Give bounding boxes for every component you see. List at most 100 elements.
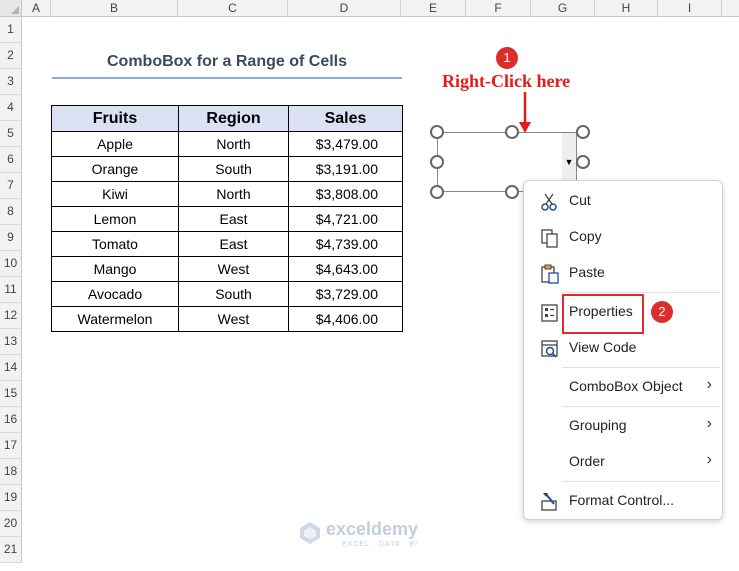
column-header-i[interactable]: I: [658, 0, 722, 17]
row-header[interactable]: 21: [0, 537, 22, 563]
row-header[interactable]: 5: [0, 121, 22, 147]
row-header[interactable]: 17: [0, 433, 22, 459]
region-cell[interactable]: South: [178, 281, 289, 307]
column-header-a[interactable]: A: [22, 0, 51, 17]
fruit-sales-table: Fruits Region Sales Apple North $3,479.0…: [51, 105, 403, 332]
menu-label-format-control: Format Control...: [569, 492, 675, 508]
sales-cell[interactable]: $3,808.00: [288, 181, 403, 207]
row-header[interactable]: 3: [0, 69, 22, 95]
menu-item-cut[interactable]: Cut: [524, 184, 722, 218]
row-header[interactable]: 15: [0, 381, 22, 407]
row-header[interactable]: 11: [0, 277, 22, 303]
menu-separator: [562, 406, 720, 407]
fruit-cell[interactable]: Orange: [51, 156, 179, 182]
menu-item-combobox-object[interactable]: ComboBox Object ›: [524, 370, 722, 404]
properties-icon: [541, 304, 558, 322]
column-header-f[interactable]: F: [466, 0, 531, 17]
menu-label-cut: Cut: [569, 192, 591, 208]
row-header[interactable]: 18: [0, 459, 22, 485]
table-row: Apple North $3,479.00: [51, 131, 403, 157]
select-all-corner[interactable]: [0, 0, 22, 17]
sales-cell[interactable]: $3,191.00: [288, 156, 403, 182]
menu-label-combobox-object: ComboBox Object: [569, 378, 683, 394]
copy-icon: [541, 229, 558, 248]
row-header[interactable]: 1: [0, 17, 22, 43]
menu-label-copy: Copy: [569, 228, 602, 244]
region-cell[interactable]: North: [178, 181, 289, 207]
menu-separator: [562, 292, 720, 293]
menu-label-paste: Paste: [569, 264, 605, 280]
fruit-cell[interactable]: Kiwi: [51, 181, 179, 207]
column-header-d[interactable]: D: [288, 0, 401, 17]
header-region[interactable]: Region: [178, 105, 289, 132]
row-header[interactable]: 6: [0, 147, 22, 173]
row-header[interactable]: 4: [0, 95, 22, 121]
sales-cell[interactable]: $4,721.00: [288, 206, 403, 232]
sales-cell[interactable]: $4,643.00: [288, 256, 403, 282]
header-sales[interactable]: Sales: [288, 105, 403, 132]
fruit-cell[interactable]: Tomato: [51, 231, 179, 257]
column-header-e[interactable]: E: [401, 0, 466, 17]
region-cell[interactable]: West: [178, 306, 289, 332]
context-menu: Cut Copy Paste Properties View Code Comb…: [523, 180, 723, 520]
row-header[interactable]: 7: [0, 173, 22, 199]
sales-cell[interactable]: $3,479.00: [288, 131, 403, 157]
sales-cell[interactable]: $4,406.00: [288, 306, 403, 332]
menu-item-grouping[interactable]: Grouping ›: [524, 409, 722, 443]
column-header-next[interactable]: [722, 0, 739, 17]
fruit-cell[interactable]: Avocado: [51, 281, 179, 307]
resize-handle-top-left[interactable]: [430, 125, 444, 139]
region-cell[interactable]: East: [178, 231, 289, 257]
row-header[interactable]: 13: [0, 329, 22, 355]
sales-cell[interactable]: $4,739.00: [288, 231, 403, 257]
table-row: Mango West $4,643.00: [51, 256, 403, 282]
view-code-icon: [541, 340, 558, 358]
resize-handle-top[interactable]: [505, 125, 519, 139]
column-header-h[interactable]: H: [595, 0, 658, 17]
region-cell[interactable]: North: [178, 131, 289, 157]
sheet-title: ComboBox for a Range of Cells: [106, 53, 348, 70]
menu-label-view-code: View Code: [569, 339, 637, 355]
watermark-brand: exceldemy: [326, 519, 419, 539]
row-header[interactable]: 19: [0, 485, 22, 511]
table-row: Avocado South $3,729.00: [51, 281, 403, 307]
resize-handle-bottom-left[interactable]: [430, 185, 444, 199]
menu-separator: [562, 367, 720, 368]
row-header[interactable]: 2: [0, 43, 22, 69]
fruit-cell[interactable]: Watermelon: [51, 306, 179, 332]
header-fruits[interactable]: Fruits: [51, 105, 179, 132]
row-header[interactable]: 10: [0, 251, 22, 277]
menu-item-copy[interactable]: Copy: [524, 220, 722, 254]
menu-item-order[interactable]: Order ›: [524, 445, 722, 479]
fruit-cell[interactable]: Apple: [51, 131, 179, 157]
resize-handle-top-right[interactable]: [576, 125, 590, 139]
row-header[interactable]: 9: [0, 225, 22, 251]
fruit-cell[interactable]: Mango: [51, 256, 179, 282]
row-header[interactable]: 20: [0, 511, 22, 537]
row-header[interactable]: 12: [0, 303, 22, 329]
watermark-tagline: EXCEL · DATA · BI: [342, 541, 418, 548]
resize-handle-bottom[interactable]: [505, 185, 519, 199]
menu-item-view-code[interactable]: View Code: [524, 331, 722, 365]
resize-handle-right[interactable]: [576, 155, 590, 169]
region-cell[interactable]: West: [178, 256, 289, 282]
column-header-g[interactable]: G: [531, 0, 595, 17]
column-header-b[interactable]: B: [51, 0, 178, 17]
menu-item-format-control[interactable]: Format Control...: [524, 484, 722, 518]
row-header[interactable]: 8: [0, 199, 22, 225]
step-2-badge: 2: [651, 301, 673, 323]
row-header[interactable]: 16: [0, 407, 22, 433]
resize-handle-left[interactable]: [430, 155, 444, 169]
fruit-cell[interactable]: Lemon: [51, 206, 179, 232]
step-1-badge: 1: [496, 47, 518, 69]
right-click-callout: Right-Click here: [442, 71, 571, 91]
table-row: Lemon East $4,721.00: [51, 206, 403, 232]
menu-item-paste[interactable]: Paste: [524, 256, 722, 290]
table-row: Orange South $3,191.00: [51, 156, 403, 182]
column-header-c[interactable]: C: [178, 0, 288, 17]
row-header[interactable]: 14: [0, 355, 22, 381]
region-cell[interactable]: East: [178, 206, 289, 232]
region-cell[interactable]: South: [178, 156, 289, 182]
sales-cell[interactable]: $3,729.00: [288, 281, 403, 307]
exceldemy-logo-icon: [300, 522, 320, 544]
